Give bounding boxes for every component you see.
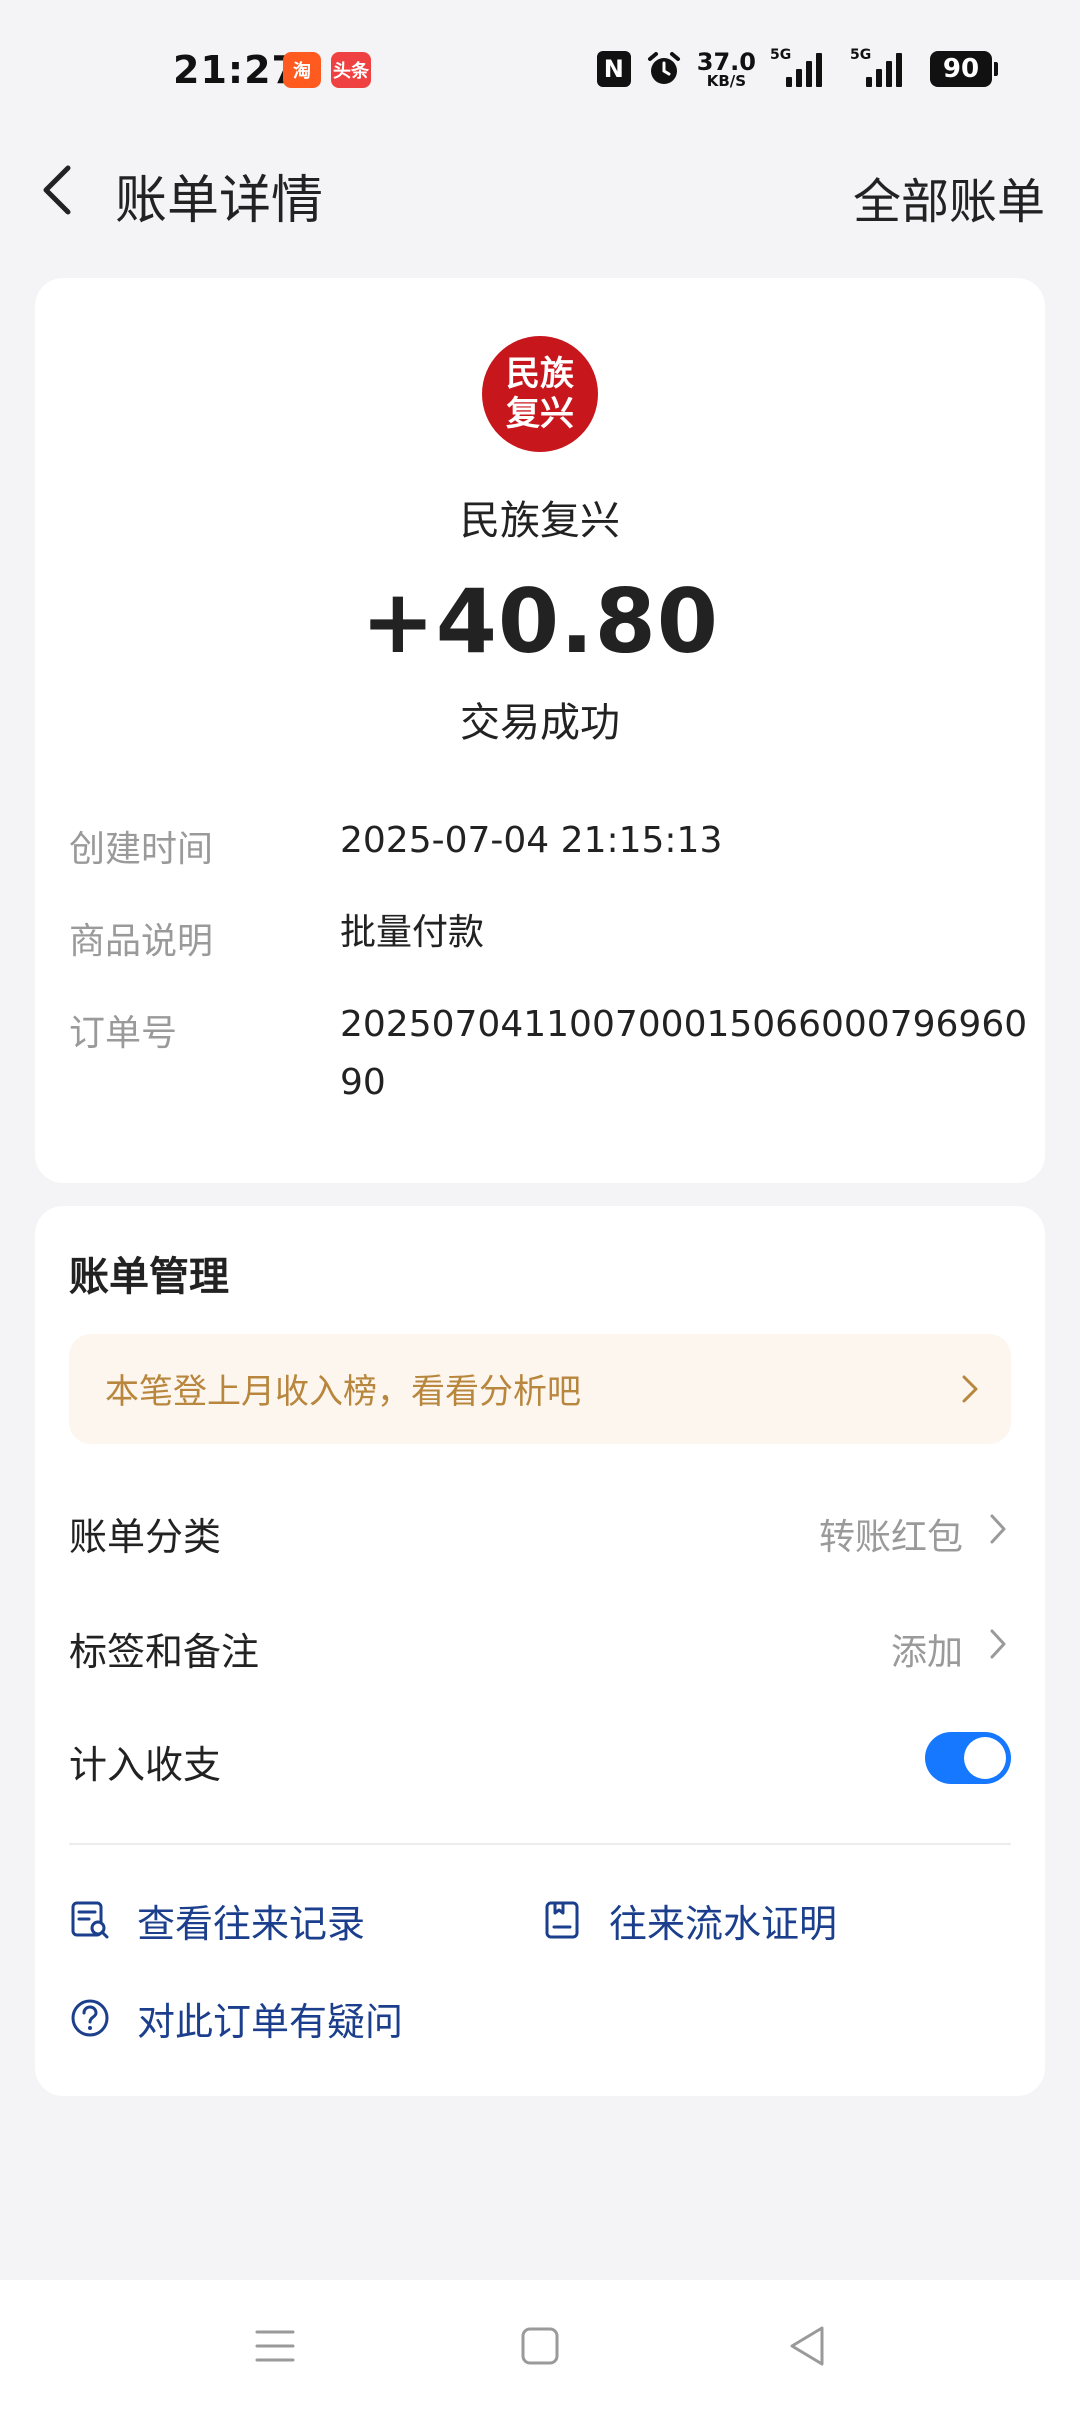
statement-proof-text: 往来流水证明	[609, 1901, 838, 1946]
header: 账单详情 全部账单	[0, 140, 1080, 240]
status-bar: 21:27 淘 头条 N 37.0 KB/S 5G 5G 90	[0, 0, 1080, 140]
promo-text: 本笔登上月收入榜，看看分析吧	[105, 1372, 581, 1412]
chevron-right-icon[interactable]	[983, 1625, 1013, 1663]
transaction-status: 交易成功	[460, 700, 620, 746]
network-speed-unit: KB/S	[706, 71, 747, 90]
menu-icon[interactable]	[249, 2320, 301, 2372]
signal-2-icon: 5G	[850, 47, 916, 87]
chevron-right-icon	[962, 1375, 978, 1403]
signal-1-label: 5G	[770, 47, 792, 63]
all-bills-link[interactable]: 全部账单	[853, 162, 1045, 232]
divider	[69, 1843, 1011, 1845]
bill-category-label: 账单分类	[69, 1515, 222, 1559]
taobao-notification-icon: 淘	[283, 52, 321, 88]
view-history-text: 查看往来记录	[137, 1901, 366, 1946]
bill-management-card: 账单管理 本笔登上月收入榜，看看分析吧 账单分类 转账红包 标签和备注 添加 计…	[35, 1206, 1045, 2096]
order-number-value[interactable]: 20250704110070001506600079696090	[340, 996, 1030, 1112]
signal-2-label: 5G	[850, 47, 872, 63]
tags-notes-label: 标签和备注	[69, 1630, 260, 1674]
product-desc-value: 批量付款	[340, 912, 485, 953]
back-icon[interactable]	[782, 2320, 834, 2372]
order-number-label: 订单号	[69, 1013, 178, 1054]
toutiao-notification-icon: 头条	[331, 52, 371, 88]
product-desc-label: 商品说明	[69, 921, 214, 962]
tags-notes-value[interactable]: 添加	[891, 1623, 963, 1675]
transaction-amount: +40.80	[360, 570, 720, 673]
network-speed-value: 37.0	[696, 47, 756, 76]
statement-proof-link[interactable]: 往来流水证明	[541, 1890, 837, 1950]
created-time-label: 创建时间	[69, 829, 214, 870]
alarm-icon	[647, 52, 680, 84]
created-time-value: 2025-07-04 21:15:13	[340, 820, 723, 861]
page-title: 账单详情	[115, 171, 324, 231]
status-time: 21:27	[173, 48, 299, 92]
merchant-avatar[interactable]: 民族复兴	[482, 336, 598, 452]
merchant-name[interactable]: 民族复兴	[35, 488, 1045, 546]
battery-icon: 90	[930, 51, 998, 87]
battery-level: 90	[930, 51, 992, 87]
system-nav-bar	[0, 2280, 1080, 2412]
income-ranking-banner[interactable]: 本笔登上月收入榜，看看分析吧	[69, 1334, 1011, 1444]
statement-icon	[545, 1901, 579, 1939]
record-search-icon	[71, 1901, 109, 1939]
include-in-stats-toggle[interactable]	[925, 1732, 1011, 1784]
home-icon[interactable]	[514, 2320, 566, 2372]
nfc-icon: N	[596, 51, 631, 87]
question-icon	[71, 1999, 109, 2037]
back-arrow-icon[interactable]	[32, 162, 88, 218]
network-speed: 37.0 KB/S	[697, 50, 756, 89]
bill-category-value[interactable]: 转账红包	[819, 1508, 963, 1560]
avatar-text: 民族复兴	[506, 354, 574, 434]
include-in-stats-label: 计入收支	[69, 1743, 222, 1787]
section-title: 账单管理	[69, 1254, 229, 1300]
view-history-link[interactable]: 查看往来记录	[69, 1890, 365, 1950]
transaction-card: 民族复兴 民族复兴 +40.80 交易成功 创建时间 2025-07-04 21…	[35, 278, 1045, 1183]
signal-1-icon: 5G	[770, 47, 836, 87]
toggle-knob	[964, 1737, 1006, 1779]
chevron-right-icon[interactable]	[983, 1510, 1013, 1548]
order-question-link[interactable]: 对此订单有疑问	[69, 1988, 403, 2048]
status-icons: N 37.0 KB/S 5G 5G 90	[596, 46, 998, 92]
order-question-text: 对此订单有疑问	[137, 1999, 404, 2044]
